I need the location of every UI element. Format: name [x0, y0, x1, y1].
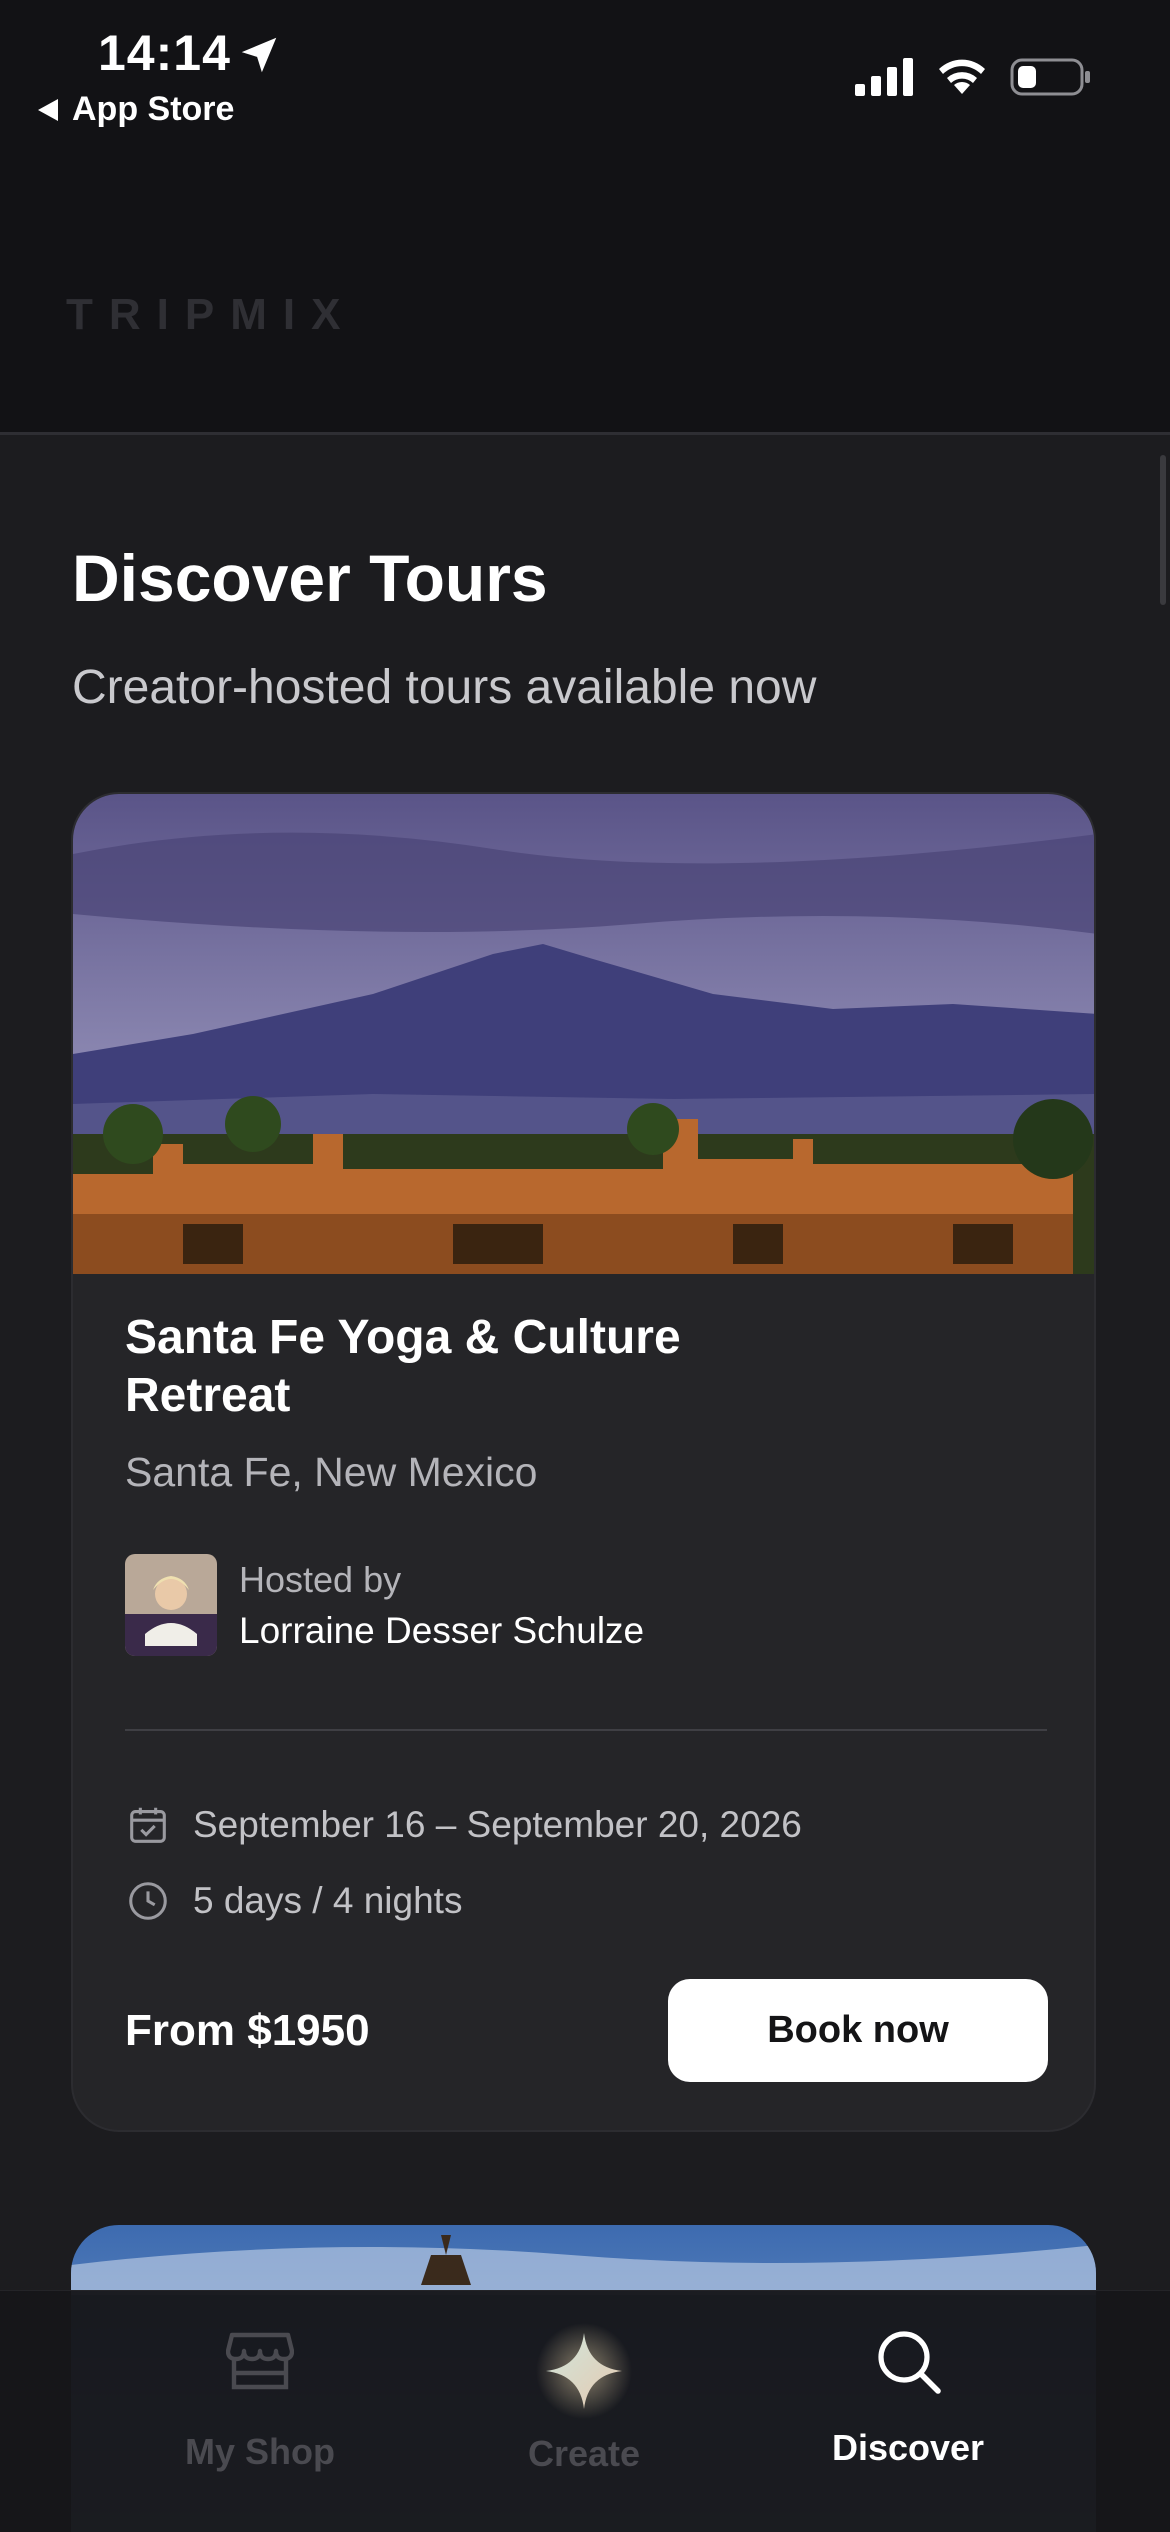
hosted-by-label: Hosted by	[239, 1559, 402, 1600]
search-icon	[878, 2331, 941, 2394]
tour-location: Santa Fe, New Mexico	[125, 1449, 538, 1495]
tour-price: From $1950	[125, 2006, 370, 2055]
status-time: 14:14	[98, 25, 231, 81]
sparkle-icon	[536, 2323, 632, 2419]
divider	[125, 1729, 1047, 1731]
brand-logo: TRIPMIX	[66, 290, 357, 339]
tab-discover[interactable]: Discover	[758, 2291, 1058, 2532]
tour-image	[73, 794, 1094, 1274]
bottom-tab-bar: My Shop Create Discover	[0, 2290, 1170, 2532]
back-to-app-store[interactable]: App Store	[38, 90, 234, 129]
back-app-label: App Store	[72, 90, 235, 128]
back-triangle-icon	[38, 98, 58, 121]
clock-icon	[129, 1882, 167, 1920]
calendar-icon	[130, 1807, 166, 1843]
book-now-button[interactable]: Book now	[668, 1979, 1048, 2082]
battery-icon	[1010, 58, 1090, 96]
scrollbar[interactable]	[1160, 455, 1166, 605]
tour-title: Santa Fe Yoga & Culture Retreat	[125, 1311, 681, 1422]
page-subtitle: Creator-hosted tours available now	[72, 661, 817, 714]
shop-icon	[226, 2332, 294, 2390]
location-arrow-icon	[241, 37, 277, 73]
tab-create-label: Create	[527, 2433, 641, 2474]
tab-my-shop[interactable]: My Shop	[110, 2291, 410, 2532]
page-title: Discover Tours	[72, 541, 548, 615]
tab-create[interactable]: Create	[434, 2291, 734, 2532]
tab-discover-label: Discover	[831, 2427, 985, 2468]
wifi-icon	[939, 59, 985, 94]
tab-my-shop-label: My Shop	[185, 2431, 335, 2472]
header-area: 14:14 App Store TRIPMIX	[0, 0, 1170, 435]
tour-dates: September 16 – September 20, 2026	[193, 1804, 802, 1845]
cellular-signal-icon	[855, 58, 913, 96]
tour-duration: 5 days / 4 nights	[193, 1880, 463, 1921]
tour-card[interactable]: Santa Fe Yoga & Culture Retreat Santa Fe…	[71, 792, 1096, 2132]
host-avatar	[125, 1554, 217, 1656]
host-name[interactable]: Lorraine Desser Schulze	[239, 1610, 644, 1652]
